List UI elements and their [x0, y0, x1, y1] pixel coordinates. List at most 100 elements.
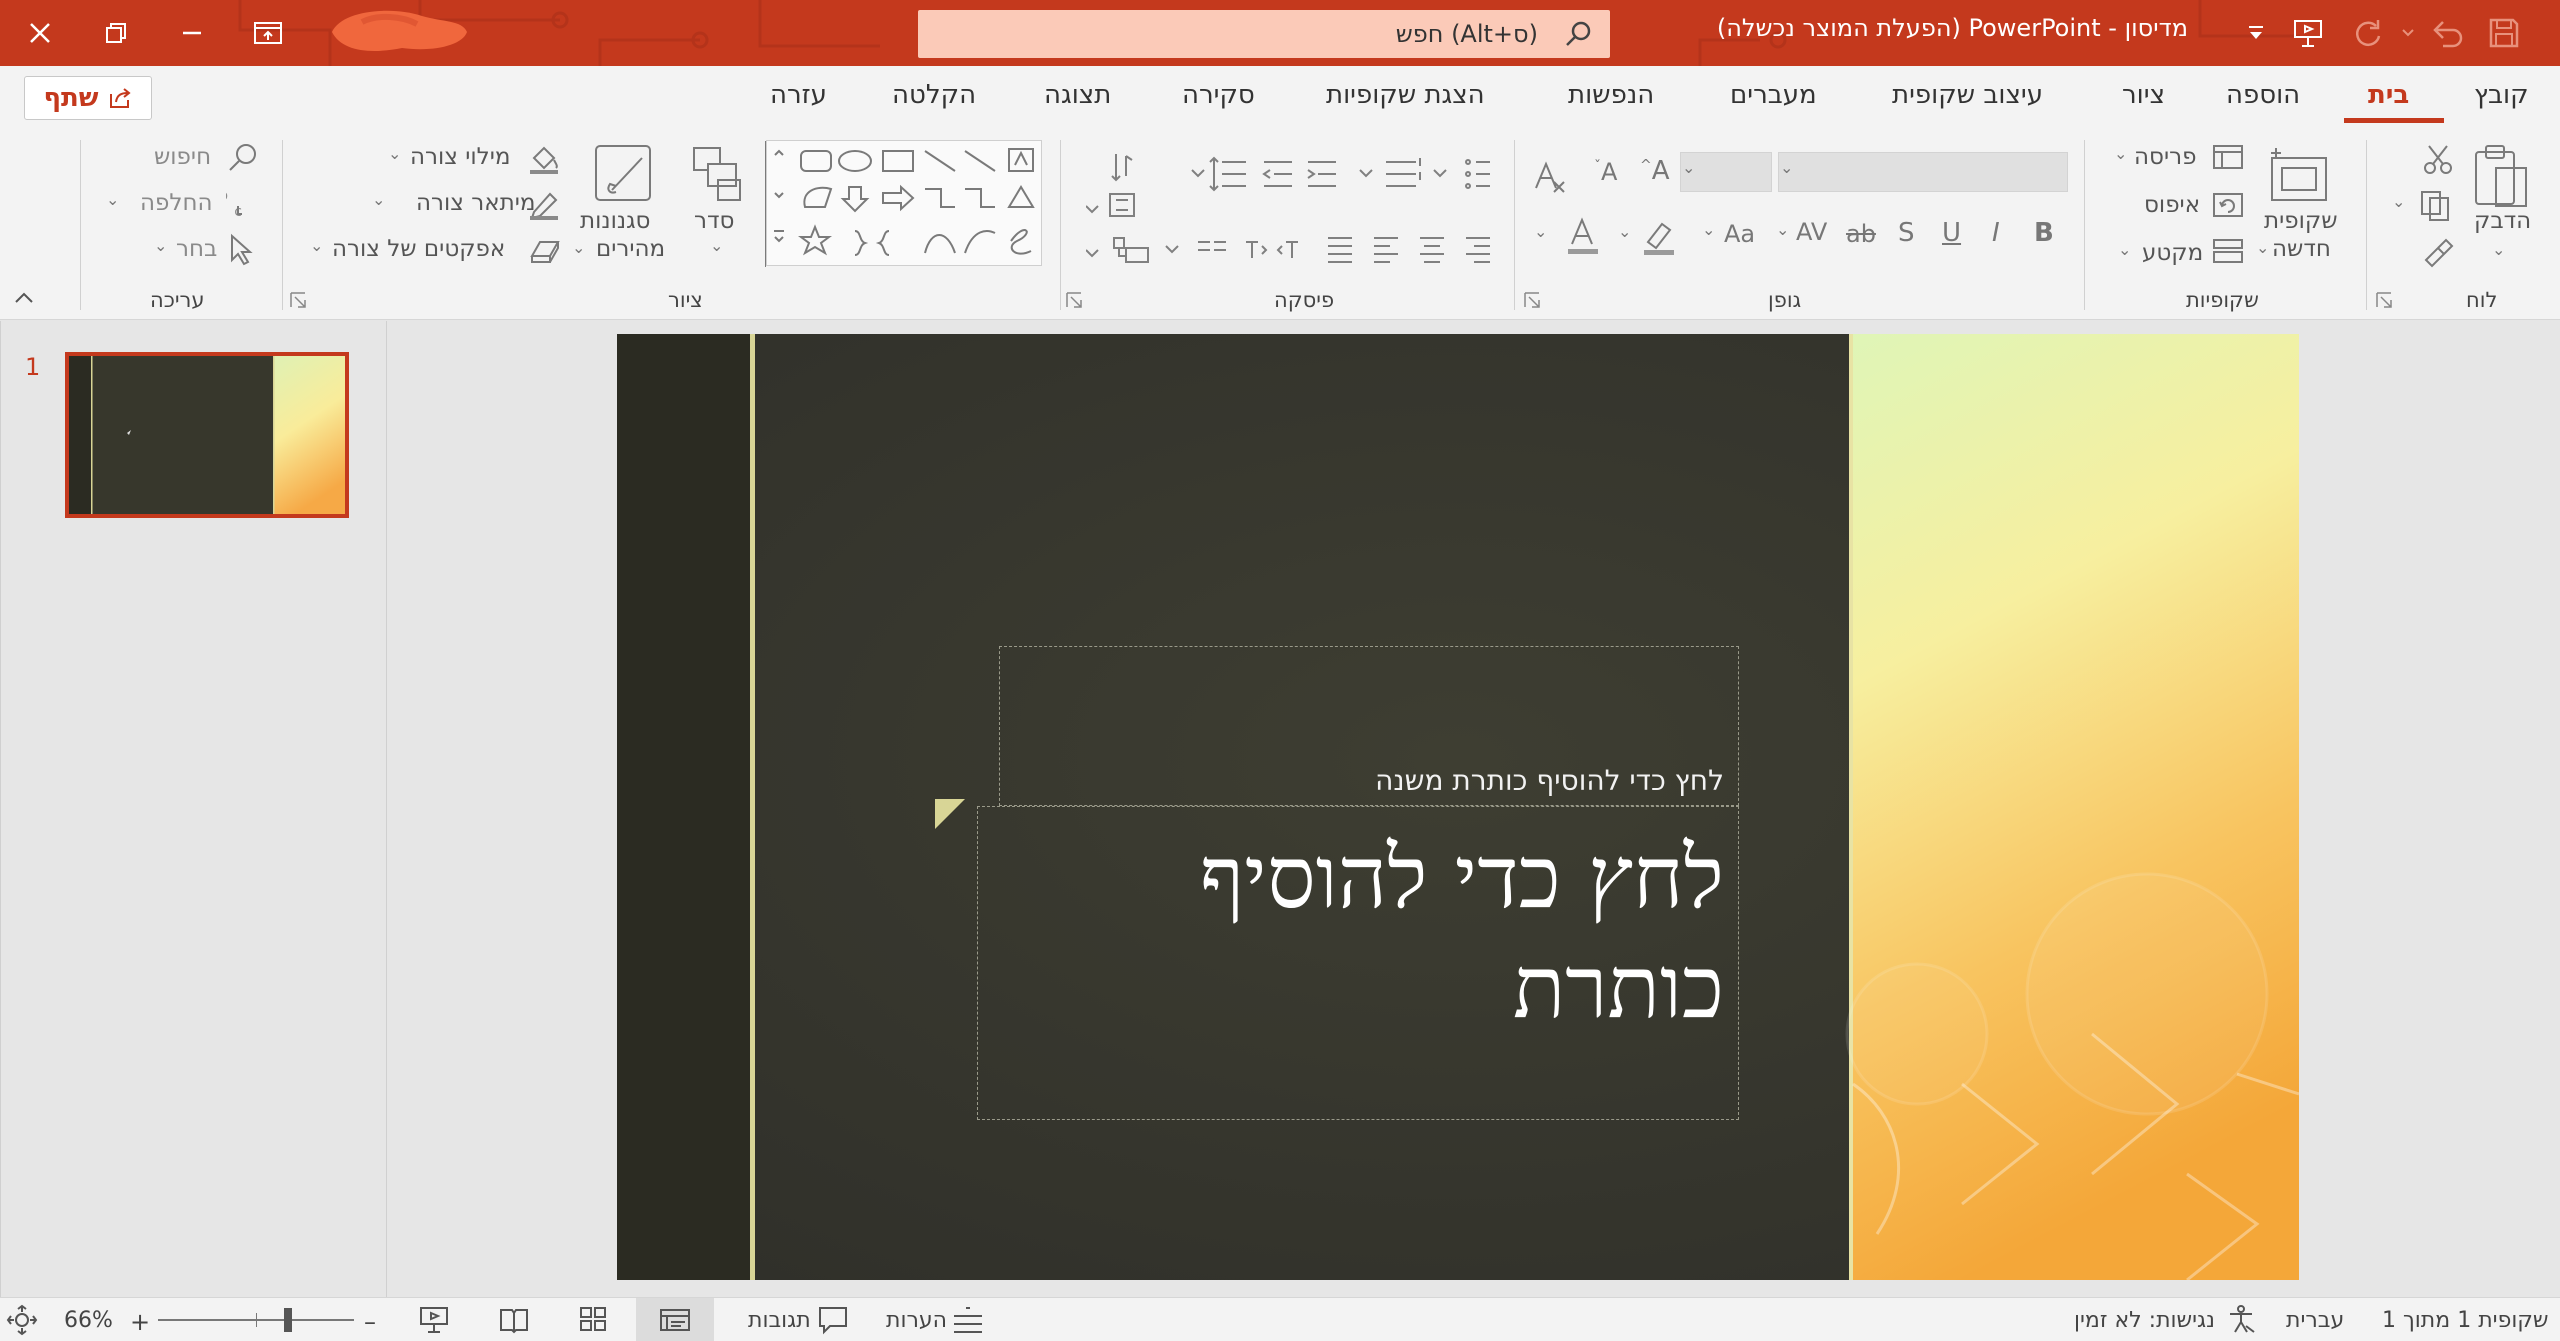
change-case-button[interactable]: Aa: [1724, 220, 1755, 248]
language-indicator[interactable]: עברית: [2286, 1308, 2344, 1333]
shape-outline-button[interactable]: מיתאר צורה: [416, 190, 535, 216]
highlight-button[interactable]: [1640, 216, 1680, 256]
increase-font-size-button[interactable]: A^: [1640, 156, 1670, 186]
font-name-combo[interactable]: [1778, 152, 2068, 192]
section-button[interactable]: מקטע: [2142, 240, 2203, 266]
clipboard-launcher[interactable]: [2376, 292, 2392, 308]
font-name-dropdown[interactable]: ⌄: [1780, 158, 1793, 177]
quick-styles-dropdown[interactable]: ⌄: [572, 238, 585, 257]
strikethrough-button[interactable]: ab: [1846, 220, 1876, 248]
accessibility-status[interactable]: נגישות: לא זמין: [2074, 1308, 2215, 1333]
normal-view-button[interactable]: [636, 1298, 714, 1341]
replace-button[interactable]: החלפה: [140, 190, 213, 216]
font-launcher[interactable]: [1524, 292, 1540, 308]
shape-outline-dropdown[interactable]: ⌄: [372, 190, 385, 209]
group-separator: [1060, 140, 1061, 310]
copy-button[interactable]: [2418, 188, 2454, 224]
font-color-button[interactable]: [1564, 216, 1604, 256]
restore-button[interactable]: [76, 0, 156, 66]
tab-insert[interactable]: הוספה: [2226, 80, 2300, 120]
tab-file[interactable]: קובץ: [2474, 80, 2529, 120]
share-button[interactable]: שתף: [24, 76, 152, 120]
new-slide-dropdown[interactable]: ⌄: [2256, 238, 2269, 257]
paste-dropdown[interactable]: ⌄: [2492, 240, 2505, 259]
tab-design[interactable]: עיצוב שקופית: [1892, 80, 2043, 120]
minimize-button[interactable]: [152, 0, 232, 66]
layout-dropdown[interactable]: ⌄: [2114, 144, 2127, 163]
reset-button[interactable]: איפוס: [2144, 192, 2200, 218]
change-case-dropdown[interactable]: ⌄: [1702, 220, 1715, 239]
slide-sorter-button[interactable]: [578, 1304, 608, 1334]
undo-button[interactable]: [2424, 12, 2468, 54]
columns-icon: [1198, 241, 1226, 251]
replace-dropdown[interactable]: ⌄: [106, 190, 119, 209]
text-direction-icon: [1111, 154, 1133, 182]
reading-view-button[interactable]: [498, 1304, 530, 1334]
font-color-dropdown[interactable]: ⌄: [1534, 222, 1547, 241]
tab-draw[interactable]: ציור: [2122, 80, 2165, 120]
tab-view[interactable]: תצוגה: [1044, 80, 1111, 120]
copy-dropdown[interactable]: ⌄: [2392, 192, 2405, 211]
format-painter-button[interactable]: [2420, 234, 2456, 270]
zoom-slider-thumb[interactable]: [284, 1308, 292, 1332]
clear-formatting-button[interactable]: [1532, 158, 1568, 194]
ribbon-display-options-button[interactable]: [228, 0, 308, 66]
bold-button[interactable]: B: [2034, 218, 2054, 248]
slide-thumbnail-1[interactable]: [65, 352, 349, 518]
tab-transitions[interactable]: מעברים: [1730, 80, 1817, 120]
tab-help[interactable]: עזרה: [770, 80, 827, 120]
character-spacing-dropdown[interactable]: ⌄: [1776, 220, 1789, 239]
text-shadow-button[interactable]: S: [1898, 218, 1915, 248]
comments-button[interactable]: תגובות: [748, 1308, 811, 1333]
present-from-start-button[interactable]: [2286, 12, 2330, 54]
zoom-out-button[interactable]: –: [364, 1308, 376, 1336]
shapes-gallery[interactable]: [765, 140, 1042, 267]
tab-slide-show[interactable]: הצגת שקופיות: [1326, 80, 1485, 120]
italic-button[interactable]: I: [1992, 218, 2000, 248]
zoom-in-button[interactable]: +: [130, 1308, 150, 1336]
find-button[interactable]: חיפוש: [154, 144, 211, 170]
tab-review[interactable]: סקירה: [1182, 80, 1255, 120]
close-button[interactable]: [0, 0, 80, 66]
search-input[interactable]: חפש (Alt+ס): [918, 10, 1610, 58]
tab-home[interactable]: בית: [2368, 80, 2409, 120]
quick-styles-button[interactable]: [592, 142, 656, 206]
zoom-level[interactable]: 66%: [64, 1308, 113, 1333]
drawing-launcher[interactable]: [290, 292, 306, 308]
fit-to-window-button[interactable]: [6, 1304, 38, 1336]
shape-fill-button[interactable]: מילוי צורה: [410, 144, 510, 170]
tab-animations[interactable]: הנפשות: [1568, 80, 1654, 120]
subtitle-placeholder[interactable]: לחץ כדי להוסיף כותרת משנה: [999, 646, 1739, 806]
arrange-button[interactable]: [690, 144, 746, 204]
select-dropdown[interactable]: ⌄: [154, 236, 167, 255]
qat-customize-button[interactable]: [2234, 12, 2278, 54]
shape-effects-button[interactable]: אפקטים של צורה: [332, 236, 505, 262]
account-avatar[interactable]: [322, 2, 472, 62]
group-separator: [282, 140, 283, 310]
notes-button[interactable]: הערות: [886, 1308, 947, 1333]
new-slide-button[interactable]: [2268, 144, 2330, 204]
font-size-dropdown[interactable]: ⌄: [1682, 158, 1695, 177]
cut-button[interactable]: [2420, 142, 2456, 178]
layout-button[interactable]: פריסה: [2134, 144, 2196, 170]
highlight-dropdown[interactable]: ⌄: [1618, 222, 1631, 241]
paste-button[interactable]: [2470, 142, 2532, 212]
shape-effects-dropdown[interactable]: ⌄: [310, 236, 323, 255]
tab-record[interactable]: הקלטה: [892, 80, 976, 120]
character-spacing-button[interactable]: AV: [1796, 218, 1827, 246]
title-placeholder[interactable]: לחץ כדי להוסיף כותרת: [977, 806, 1739, 1120]
redo-button[interactable]: [2346, 12, 2390, 54]
slide-sorter-icon: [580, 1307, 606, 1331]
arrange-dropdown[interactable]: ⌄: [710, 236, 723, 255]
select-button[interactable]: בחר: [176, 236, 217, 262]
save-button[interactable]: [2482, 12, 2526, 54]
increase-indent-icon: [1307, 161, 1336, 187]
slide-show-button[interactable]: [418, 1304, 450, 1334]
shape-fill-dropdown[interactable]: ⌄: [388, 144, 401, 163]
section-dropdown[interactable]: ⌄: [2118, 240, 2131, 259]
slide-canvas[interactable]: לחץ כדי להוסיף כותרת משנה לחץ כדי להוסיף…: [617, 334, 2299, 1280]
decrease-font-size-button[interactable]: Aˇ: [1594, 158, 1617, 186]
paragraph-launcher[interactable]: [1066, 292, 1082, 308]
underline-button[interactable]: U: [1942, 218, 1961, 248]
collapse-ribbon-button[interactable]: [14, 290, 34, 304]
